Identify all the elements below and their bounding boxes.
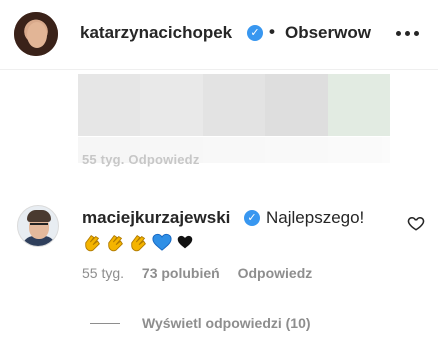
follow-button[interactable]: Obserwow xyxy=(285,23,371,43)
comment-emojis xyxy=(82,230,197,254)
avatar-hair xyxy=(27,210,51,222)
blue-heart-icon xyxy=(152,233,172,251)
comment-meta: 55 tyg. 73 polubień Odpowiedz xyxy=(82,265,326,281)
commenter-avatar[interactable] xyxy=(17,205,59,247)
comment-likes-count[interactable]: 73 polubień xyxy=(142,265,220,281)
blurred-comment-area xyxy=(78,74,391,136)
separator-dot: • xyxy=(269,22,275,41)
author-avatar[interactable] xyxy=(14,12,58,56)
more-options-icon[interactable] xyxy=(393,26,423,40)
reply-button[interactable]: Odpowiedz xyxy=(238,265,313,281)
clapping-hands-icon xyxy=(108,235,123,252)
commenter-username[interactable]: maciejkurzajewski xyxy=(82,208,230,228)
verified-badge-icon: ✓ xyxy=(247,25,263,41)
avatar-face xyxy=(27,22,47,48)
verified-badge-icon: ✓ xyxy=(244,210,260,226)
view-replies-button[interactable]: Wyświetl odpowiedzi (10) xyxy=(90,315,311,331)
like-heart-icon[interactable] xyxy=(407,214,425,232)
faded-comment-meta: 55 tyg. Odpowiedz xyxy=(82,152,200,167)
replies-divider-line xyxy=(90,322,120,324)
avatar-glasses xyxy=(30,223,48,229)
comment-time[interactable]: 55 tyg. xyxy=(82,265,124,281)
black-heart-icon xyxy=(177,235,193,249)
comment-text: Najlepszego! xyxy=(266,208,365,227)
clapping-hands-icon xyxy=(85,235,100,252)
view-replies-label: Wyświetl odpowiedzi (10) xyxy=(142,315,311,331)
post-header: katarzynacichopek ✓ • Obserwow xyxy=(0,0,438,70)
clapping-hands-icon xyxy=(131,235,146,252)
author-username[interactable]: katarzynacichopek xyxy=(80,23,232,43)
